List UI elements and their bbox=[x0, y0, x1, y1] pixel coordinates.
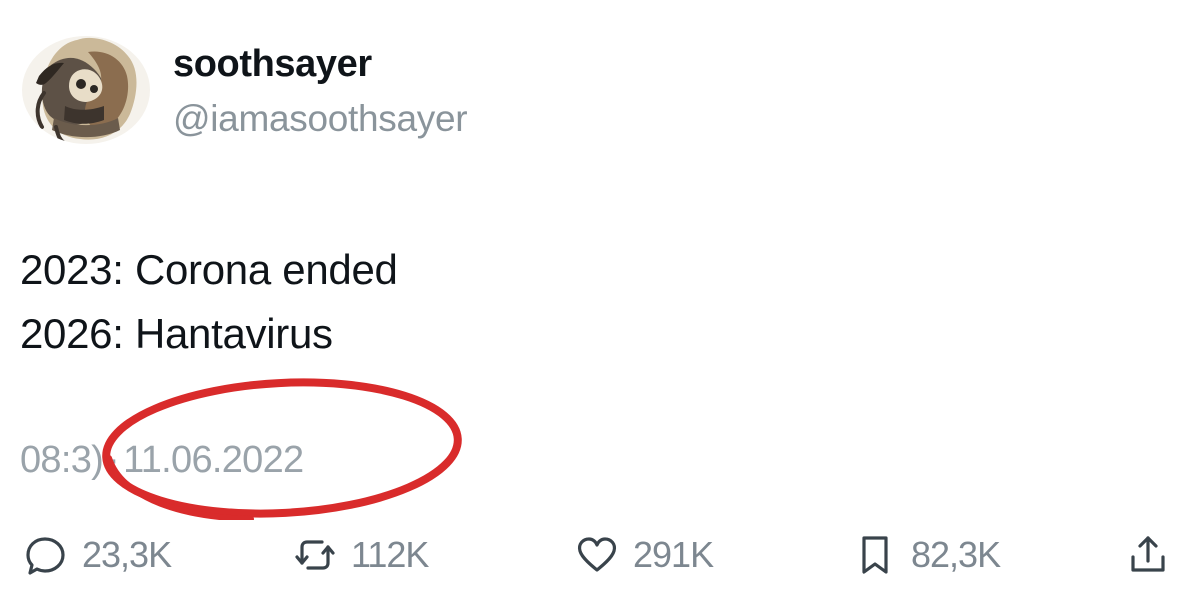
tweet-action-bar: 23,3K 112K 291K 82,3K bbox=[0, 522, 1200, 588]
timestamp-separator: · bbox=[107, 439, 120, 481]
display-name[interactable]: soothsayer bbox=[173, 42, 372, 86]
user-handle[interactable]: @iamasoothsayer bbox=[173, 98, 468, 140]
like-button[interactable]: 291K bbox=[575, 522, 714, 588]
retweet-count: 112K bbox=[351, 534, 429, 575]
like-count: 291K bbox=[633, 534, 714, 575]
tweet-text: 2023: Corona ended 2026: Hantavirus bbox=[20, 238, 398, 366]
avatar-image bbox=[22, 36, 150, 144]
bookmark-count: 82,3K bbox=[911, 534, 1001, 575]
reply-button[interactable]: 23,3K bbox=[24, 522, 172, 588]
bookmark-icon bbox=[862, 536, 888, 574]
tweet-line-2: 2026: Hantavirus bbox=[20, 310, 333, 357]
tweet-timestamp[interactable]: 08:3) · 11.06.2022 bbox=[20, 438, 304, 482]
tweet-card: soothsayer @iamasoothsayer 2023: Corona … bbox=[0, 0, 1200, 600]
retweet-icon bbox=[295, 540, 335, 570]
share-icon bbox=[1131, 536, 1165, 572]
tweet-line-1: 2023: Corona ended bbox=[20, 246, 398, 293]
tweet-time-partial: ) bbox=[91, 439, 104, 481]
reply-icon bbox=[26, 537, 65, 575]
avatar[interactable] bbox=[22, 36, 150, 144]
tweet-date: 11.06.2022 bbox=[123, 439, 304, 481]
heart-icon bbox=[577, 537, 617, 572]
tweet-time: 08:3 bbox=[20, 439, 92, 481]
retweet-button[interactable]: 112K bbox=[293, 522, 429, 588]
share-button[interactable] bbox=[1126, 522, 1170, 588]
reply-count: 23,3K bbox=[82, 534, 172, 575]
bookmark-button[interactable]: 82,3K bbox=[853, 522, 1001, 588]
